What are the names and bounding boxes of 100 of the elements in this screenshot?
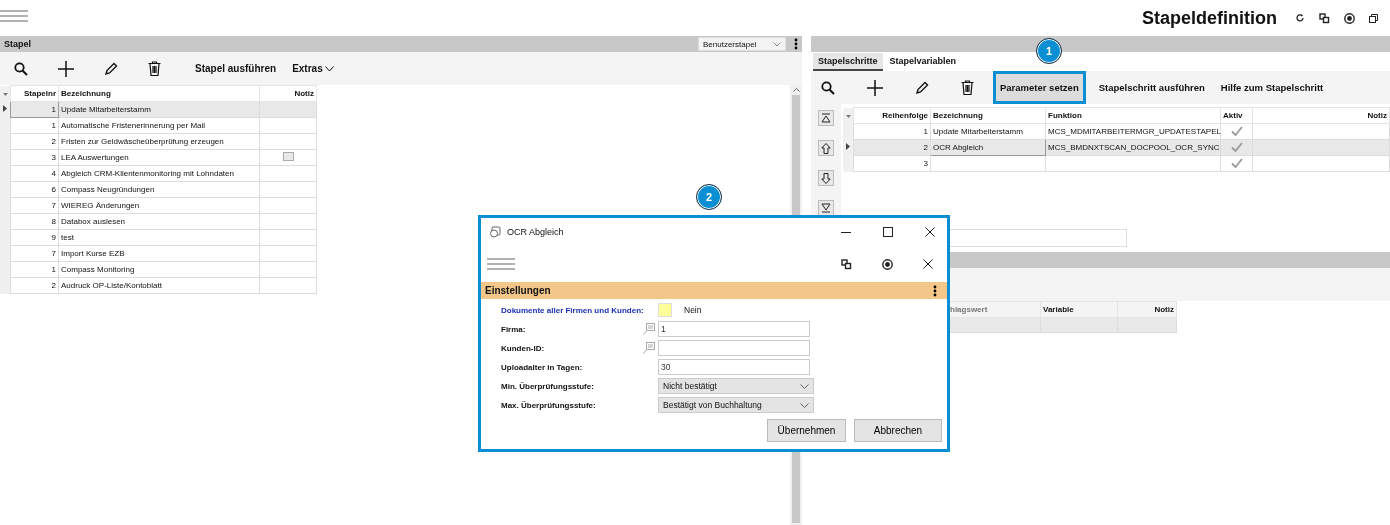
windows-icon[interactable] [841,258,852,270]
move-bottom-button[interactable] [818,200,834,216]
column-header[interactable]: Notiz [1252,107,1390,124]
dropdown[interactable]: Bestätigt von Buchhaltung [658,397,814,413]
table-cell: Import Kurse EZB [58,245,260,262]
sort-icon[interactable] [845,115,851,118]
table-cell: 9 [10,229,59,246]
table-cell: 7 [10,245,59,262]
table-cell: 3 [10,149,59,166]
column-header[interactable]: hlagswert [947,301,1041,318]
column-header[interactable]: Bezeichnung [930,107,1046,124]
more-icon[interactable] [933,284,937,297]
table-cell: 2 [10,133,59,150]
column-header[interactable]: Variable [1040,301,1118,318]
scroll-up-icon[interactable] [792,88,800,92]
callout-badge: 2 [696,184,722,210]
chevron-icon [324,65,334,72]
section-title: Einstellungen [485,285,551,296]
field-label: Max. Überprüfungsstufe: [501,400,597,410]
column-header[interactable]: Stapelnr [10,85,59,102]
table-cell: Compass Monitoring [58,261,260,278]
add-icon[interactable] [867,79,883,96]
table-cell: 8 [10,213,59,230]
toolbar-button[interactable]: Hilfe zum Stapelschritt [1216,74,1328,101]
checkbox[interactable] [658,303,672,317]
field-label: Firma: [501,324,527,334]
row-pointer-icon [3,105,7,112]
chevron-icon [773,41,781,47]
dialog-button[interactable]: Übernehmen [767,419,846,442]
chevron-icon [800,383,809,389]
add-icon[interactable] [58,60,74,77]
sort-icon[interactable] [2,93,8,96]
table-cell: Abgleich CRM-Klientenmonitoring mit Lohndaten [58,165,260,182]
move-down-button[interactable] [818,170,834,186]
column-header[interactable]: Notiz [259,85,317,102]
dialog-title: OCR Abgleich [507,227,564,237]
table-cell: 6 [10,181,59,198]
table-cell: Databox auslesen [58,213,260,230]
pencil-icon[interactable] [104,61,118,76]
table-cell: 3 [853,155,931,172]
input-field[interactable]: 1 [658,321,810,337]
table-cell: test [58,229,260,246]
column-header[interactable]: Bezeichnung [58,85,260,102]
table-cell: 1 [853,123,931,140]
dialog-button[interactable]: Abbrechen [854,419,942,442]
field-label: Uploadalter in Tagen: [501,362,584,372]
checkmark-icon[interactable] [1230,141,1243,152]
window-icon [489,226,501,238]
field-label: Kunden-ID: [501,343,546,353]
run-batch-button[interactable]: Stapel ausführen [191,59,281,78]
tab[interactable]: Stapelschritte [813,53,883,71]
trash-icon[interactable] [961,80,974,95]
input-field[interactable]: 30 [658,359,810,375]
row-pointer-icon [846,143,850,150]
close-icon[interactable] [925,227,935,237]
refresh-icon[interactable] [1295,13,1305,23]
chevron-icon [800,402,809,408]
table-cell: 1 [10,261,59,278]
search-icon[interactable] [14,61,28,76]
extras-menu-button[interactable]: Extras [288,59,338,78]
move-up-button[interactable] [818,140,834,156]
close-icon[interactable] [923,259,933,269]
field-value: Nein [684,305,702,315]
more-icon[interactable] [794,38,798,50]
move-top-button[interactable] [818,110,834,126]
table-cell: 2 [10,277,59,294]
column-header[interactable]: Reihenfolge [853,107,931,124]
filter-dropdown[interactable]: Benutzerstapel [698,37,786,51]
restore-icon[interactable] [1369,13,1378,23]
table-cell: Fristen zur Geldwäscheüberprüfung erzeugen [58,133,260,150]
table-cell: 1 [10,117,59,134]
table-cell: Update Mitarbeiterstamm [930,123,1046,140]
maximize-icon[interactable] [883,227,893,237]
table-cell: Compass Neugründungen [58,181,260,198]
dropdown[interactable]: Nicht bestätigt [658,378,814,394]
trash-icon[interactable] [148,61,161,76]
help-icon[interactable] [1344,12,1355,24]
table-cell: Automatische Fristenerinnerung per Mail [58,117,260,134]
column-header[interactable]: Notiz [1117,301,1177,318]
help-icon[interactable] [882,258,893,270]
input-field[interactable] [658,340,810,356]
table-cell: MCS_MDMITARBEITERMGR_UPDATESTAPEL [1045,123,1221,140]
table-cell: 4 [10,165,59,182]
toolbar-button[interactable]: Parameter setzen [996,74,1083,101]
checkmark-icon[interactable] [1230,125,1243,136]
windows-icon[interactable] [1319,12,1330,24]
table-cell: WIEREG Änderungen [58,197,260,214]
field-label: Dokumente aller Firmen und Kunden: [501,305,643,315]
search-icon[interactable] [821,80,835,95]
field-label: Min. Überprüfungsstufe: [501,381,595,391]
toolbar-button[interactable]: Stapelschritt ausführen [1094,74,1209,101]
column-header[interactable]: Funktion [1045,107,1221,124]
tab[interactable]: Stapelvariablen [884,53,962,71]
pencil-icon[interactable] [915,80,929,95]
column-header[interactable]: Aktiv [1220,107,1253,124]
table-cell: Audruck OP-Liste/Kontoblatt [58,277,260,294]
checkmark-icon[interactable] [1230,157,1243,168]
table-cell: LEA Auswertungen [58,149,260,166]
panel-title: Stapel [4,39,32,49]
table-cell: 7 [10,197,59,214]
